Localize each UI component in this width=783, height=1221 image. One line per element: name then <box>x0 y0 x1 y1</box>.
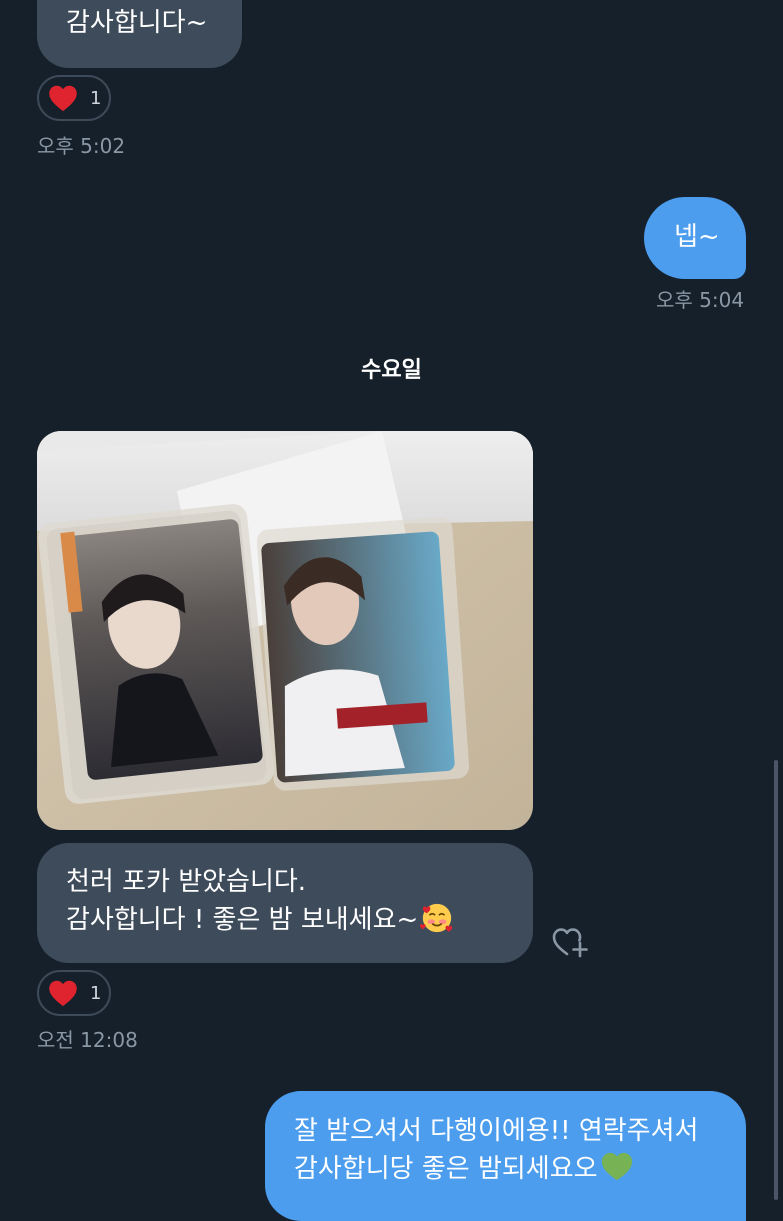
heart-reaction-pill[interactable]: 1 <box>37 970 111 1016</box>
message-line-2: 감사합니당 좋은 밤되세요오 <box>294 1150 746 1188</box>
reaction-count: 1 <box>90 87 102 109</box>
scrollbar[interactable] <box>774 760 778 1200</box>
photo-image <box>37 431 533 830</box>
message-text: 감사합니다~ <box>66 8 208 38</box>
message-line-2: 감사합니다 ! 좋은 밤 보내세요~ <box>66 901 533 939</box>
smiling-face-with-hearts-emoji <box>420 903 453 933</box>
message-text: 넵~ <box>674 222 720 252</box>
red-heart-icon <box>49 85 77 112</box>
photo-attachment[interactable] <box>37 431 533 830</box>
incoming-message-bubble[interactable]: 천러 포카 받았습니다. 감사합니다 ! 좋은 밤 보내세요~ <box>37 843 533 963</box>
incoming-message-bubble[interactable]: 감사합니다~ <box>37 0 242 68</box>
message-timestamp: 오전 12:08 <box>37 1028 138 1052</box>
reaction-count: 1 <box>90 982 102 1004</box>
heart-reaction-pill[interactable]: 1 <box>37 75 111 121</box>
day-divider: 수요일 <box>361 358 422 383</box>
outgoing-message-bubble[interactable]: 잘 받으셔서 다행이에용!! 연락주셔서 감사합니당 좋은 밤되세요오 <box>265 1091 746 1221</box>
message-line-2-text: 감사합니다 ! 좋은 밤 보내세요~ <box>66 905 419 935</box>
message-line-2-text: 감사합니당 좋은 밤되세요오 <box>294 1154 598 1184</box>
green-heart-emoji <box>601 1152 632 1181</box>
outgoing-message-bubble[interactable]: 넵~ <box>644 197 746 279</box>
message-timestamp: 오후 5:02 <box>37 134 126 158</box>
message-line-1: 천러 포카 받았습니다. <box>66 867 307 897</box>
message-timestamp: 오후 5:04 <box>656 288 745 312</box>
heart-plus-icon[interactable] <box>551 923 589 959</box>
message-line-1: 잘 받으셔서 다행이에용!! 연락주셔서 <box>294 1116 699 1146</box>
red-heart-icon <box>49 980 77 1007</box>
